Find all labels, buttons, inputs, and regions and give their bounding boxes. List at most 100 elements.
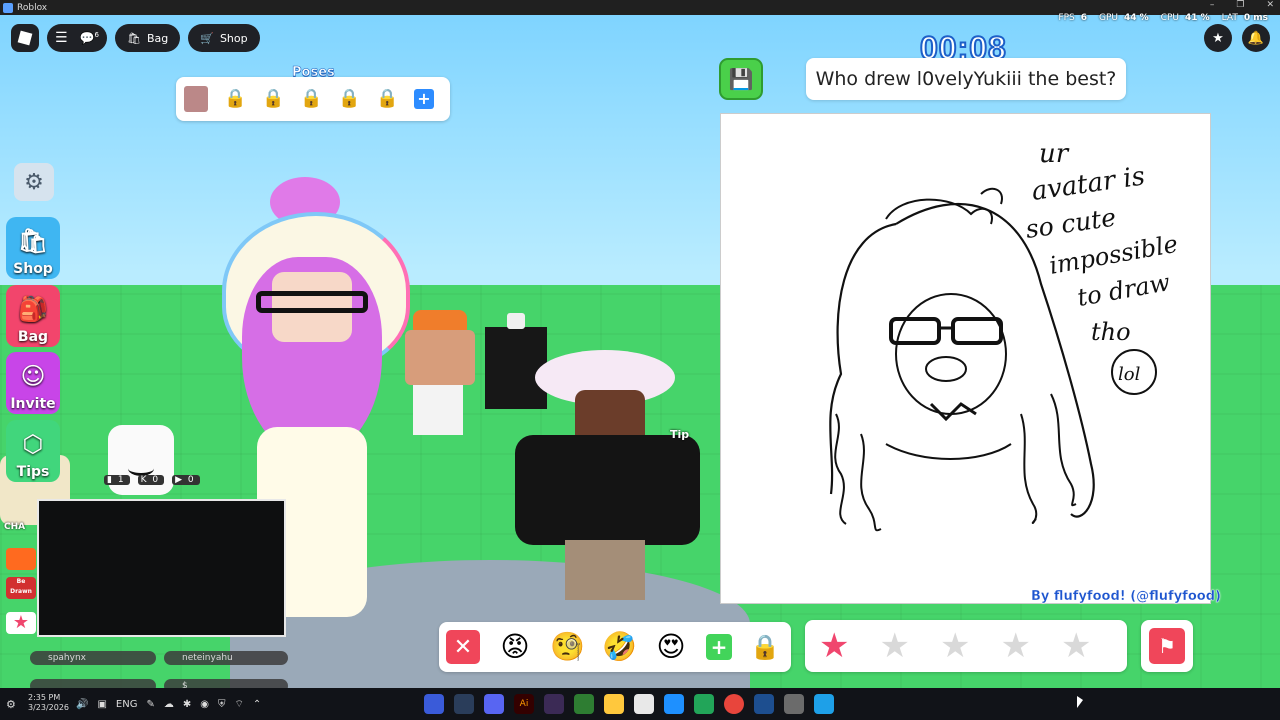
laughing-emoji-button[interactable]: 🤣 <box>602 630 637 664</box>
shop-icon: 🛒 <box>200 31 214 45</box>
chat-icon[interactable]: 💬6 <box>80 31 99 45</box>
report-button[interactable]: ⚑ <box>1141 620 1193 672</box>
add-reaction-button[interactable]: + <box>706 634 732 660</box>
avatar-pirate[interactable] <box>395 310 485 440</box>
cpu-value: 41 % <box>1184 13 1210 23</box>
pose-lock-icon[interactable]: 🔒 <box>376 88 398 110</box>
favorite-star-small-icon[interactable]: ★ <box>6 612 36 634</box>
rating-star-4[interactable]: ★ <box>1000 629 1030 663</box>
hamburger-chat-pill[interactable]: ☰ 💬6 <box>47 24 107 52</box>
notification-bell-icon[interactable]: 🔔 <box>1242 24 1270 52</box>
shop-pill-label: Shop <box>219 31 248 45</box>
performance-stats: FPS 6 GPU 44 % CPU 41 % LAT 0 ms <box>1058 13 1268 23</box>
pose-lock-icon[interactable]: 🔒 <box>224 88 246 110</box>
sidebar-invite-button[interactable]: ☺ Invite <box>6 352 60 414</box>
rating-star-1[interactable]: ★ <box>819 629 849 663</box>
sidebar-shop-label: Shop <box>13 261 53 277</box>
obs-taskbar-icon[interactable] <box>544 694 564 714</box>
stream-counters: ▮ 1 K 0 ▶ 0 <box>104 475 200 485</box>
playstation-taskbar-icon[interactable] <box>754 694 774 714</box>
reaction-bar: ✕ 😡 🧐 🤣 😍 + 🔒 <box>439 622 791 672</box>
user-pill-2[interactable]: neteinyahu <box>164 651 288 665</box>
reject-button[interactable]: ✕ <box>446 630 480 664</box>
sidebar-tips-label: Tips <box>16 464 50 480</box>
user-pill-1[interactable]: spahynx <box>30 651 156 665</box>
drawing-text-line-6: tho <box>1091 318 1131 346</box>
fps-label: FPS <box>1058 13 1075 23</box>
angry-emoji-button[interactable]: 😡 <box>498 630 532 664</box>
tray-app-icon[interactable]: ◉ <box>200 699 209 710</box>
discord-taskbar-icon[interactable] <box>484 694 504 714</box>
chrome-taskbar-icon[interactable] <box>724 694 744 714</box>
illustrator-taskbar-icon[interactable]: Ai <box>514 694 534 714</box>
pose-slot-1[interactable] <box>184 86 208 112</box>
taskbar-clock[interactable]: 2:35 PM 3/23/2026 <box>28 693 69 713</box>
heart-eyes-emoji-button[interactable]: 😍 <box>654 630 688 664</box>
rating-star-3[interactable]: ★ <box>940 629 970 663</box>
top-right-icons: ★ 🔔 <box>1204 24 1270 52</box>
youtube-count: ▶ 0 <box>172 475 200 485</box>
close-window-button[interactable]: ✕ <box>1266 0 1274 10</box>
steam-taskbar-icon[interactable] <box>454 694 474 714</box>
lock-icon[interactable]: 🔒 <box>750 633 780 661</box>
language-indicator[interactable]: ENG <box>116 699 138 710</box>
drawing-lol: lol <box>1118 364 1141 385</box>
store-taskbar-icon[interactable] <box>634 694 654 714</box>
settings-gear-button[interactable]: ⚙ <box>14 163 54 201</box>
drawing-text-line-5: to draw <box>1075 268 1172 312</box>
be-drawn-button[interactable]: Be Drawn <box>6 577 36 599</box>
hamburger-icon[interactable]: ☰ <box>55 30 68 46</box>
cloud-icon[interactable]: ☁ <box>164 699 174 710</box>
roblox-taskbar-icon[interactable] <box>424 694 444 714</box>
up-arrow-icon[interactable]: ⌃ <box>253 699 261 710</box>
rating-star-2[interactable]: ★ <box>879 629 909 663</box>
twitch-count: ▮ 1 <box>104 475 130 485</box>
tip-label[interactable]: Tip <box>670 428 689 441</box>
window-taskbar-icon[interactable] <box>784 694 804 714</box>
network-icon[interactable]: ▣ <box>97 699 106 710</box>
close-icon: ✕ <box>453 634 473 660</box>
bag-pill-button[interactable]: 🛍 Bag <box>115 24 181 52</box>
bluetooth-icon[interactable]: ✱ <box>183 699 191 710</box>
system-tray: 🔊 ▣ ENG ✎ ☁ ✱ ◉ ⛨ ⌔ ⌃ <box>76 688 261 720</box>
favorite-star-icon[interactable]: ★ <box>1204 24 1232 52</box>
copilot-taskbar-icon[interactable] <box>664 694 684 714</box>
pen-icon[interactable]: ✎ <box>146 699 154 710</box>
bag-pill-label: Bag <box>146 31 169 45</box>
pose-lock-icon[interactable]: 🔒 <box>338 88 360 110</box>
lat-value: 0 ms <box>1243 13 1268 23</box>
mouse-cursor <box>1077 696 1083 708</box>
wifi-icon[interactable]: ⌔ <box>234 698 243 711</box>
gear-tray-icon[interactable]: ⚙ <box>6 698 16 711</box>
gradient-badge[interactable] <box>6 548 36 570</box>
minimize-button[interactable]: – <box>1210 0 1215 10</box>
save-icon: 💾 <box>728 67 754 91</box>
roblox-menu-button[interactable] <box>11 24 39 52</box>
gear-icon: ⚙ <box>24 169 44 195</box>
shopping-bag-icon: 🛍 <box>17 227 49 255</box>
drawing-sketch: ur avatar is so cute impossible to draw … <box>829 139 1180 532</box>
file-explorer-taskbar-icon[interactable] <box>604 694 624 714</box>
add-pose-button[interactable]: + <box>414 89 434 109</box>
pose-lock-icon[interactable]: 🔒 <box>262 88 284 110</box>
sidebar-tips-button[interactable]: ⬡ Tips <box>6 420 60 482</box>
shield-icon[interactable]: ⛨ <box>218 699 226 710</box>
monocle-emoji-button[interactable]: 🧐 <box>550 630 585 664</box>
drawing-text-line-1: ur <box>1039 139 1070 169</box>
maximize-button[interactable]: ❐ <box>1236 0 1244 10</box>
save-drawing-button[interactable]: 💾 <box>719 58 763 100</box>
rating-star-5[interactable]: ★ <box>1061 629 1091 663</box>
xbox-taskbar-icon[interactable] <box>574 694 594 714</box>
bag-icon: 🛍 <box>127 31 141 45</box>
volume-icon[interactable]: 🔊 <box>76 699 88 710</box>
shop-pill-button[interactable]: 🛒 Shop <box>188 24 260 52</box>
avatar-dark-outfit[interactable]: Tip <box>500 350 710 600</box>
start-windows-icon[interactable] <box>814 694 834 714</box>
sidebar-shop-button[interactable]: 🛍 Shop <box>6 217 60 279</box>
chat-badge: 6 <box>94 31 99 39</box>
pose-lock-icon[interactable]: 🔒 <box>300 88 322 110</box>
sidebar-bag-button[interactable]: 🎒 Bag <box>6 285 60 347</box>
roblox-logo-icon <box>17 30 33 46</box>
drawing-text-line-3: so cute <box>1024 203 1118 244</box>
app-taskbar-icon[interactable] <box>694 694 714 714</box>
